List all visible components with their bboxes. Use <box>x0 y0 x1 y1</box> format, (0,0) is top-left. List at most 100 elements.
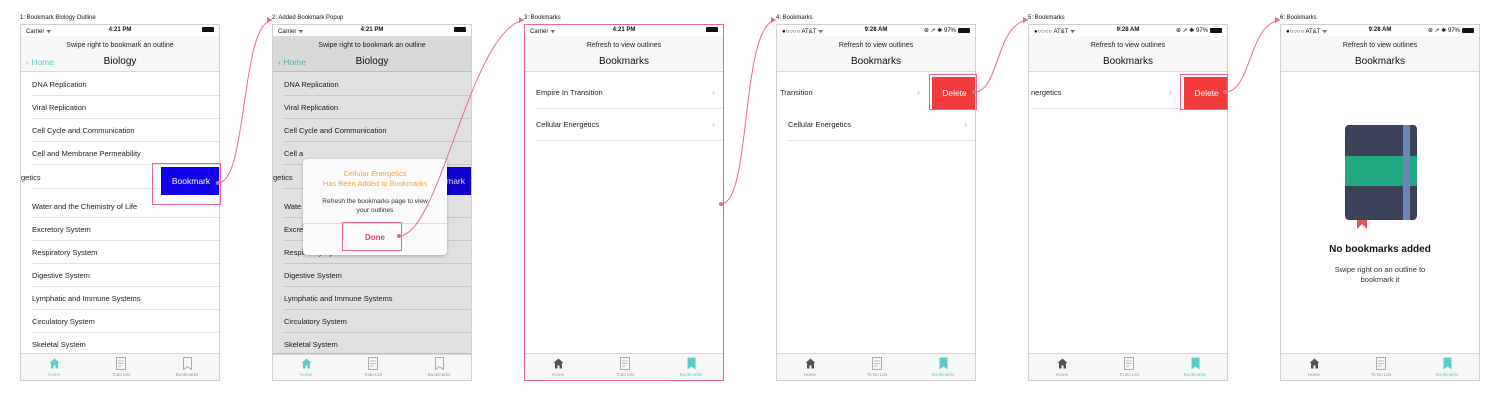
outline-row[interactable]: Circulatory System <box>21 310 219 333</box>
clipboard-icon <box>844 356 910 370</box>
battery-icon <box>1210 27 1222 33</box>
battery-indicator <box>452 27 466 33</box>
page-title: Bookmarks <box>850 56 901 67</box>
status-bar: Carrier ᯤ 4:21 PM <box>21 25 219 36</box>
frame-1-label: 1: Bookmark Biology Outline <box>20 15 96 21</box>
battery-icon <box>706 27 718 32</box>
tab-todo-list[interactable]: Todo List <box>88 354 154 380</box>
status-right: ⊕ ➚ ✱ 97% <box>924 27 970 34</box>
navigation-bar: Refresh to view outlines Bookmarks <box>1029 36 1227 72</box>
outline-row[interactable]: Cell and Membrane Permeability <box>21 142 219 165</box>
flow-arrow-4-to-5 <box>973 19 1029 93</box>
tab-todo-list[interactable]: Todo List <box>592 354 658 380</box>
bookmark-icon <box>910 357 975 369</box>
bookmark-icon <box>406 356 471 370</box>
tab-bookmarks[interactable]: Bookmarks <box>658 354 723 380</box>
frame-4-label: 4: Bookmarks <box>776 15 813 21</box>
battery-icon <box>958 27 970 33</box>
battery-indicator <box>200 27 214 33</box>
clipboard-icon <box>88 356 154 370</box>
chevron-right-icon: › <box>712 87 715 97</box>
clipboard-icon <box>1348 356 1414 370</box>
frame-5-label: 5: Bookmarks <box>1028 15 1065 21</box>
outline-row[interactable]: DNA Replication <box>21 73 219 96</box>
tab-bar: Home To Do List Bookmarks <box>777 353 975 380</box>
flow-arrow-5-to-6 <box>1224 19 1281 93</box>
tab-home[interactable]: Home <box>1029 354 1095 380</box>
tab-home[interactable]: Home <box>273 354 339 380</box>
house-icon <box>777 357 843 369</box>
outline-row[interactable]: Viral Replication <box>21 96 219 119</box>
refresh-hint: Refresh to view outlines <box>838 42 914 49</box>
tab-bookmarks[interactable]: Bookmarks <box>910 354 975 380</box>
bookmark-icon <box>1414 357 1479 369</box>
flow-arrow-3-to-4 <box>720 19 777 205</box>
page-title: Biology <box>103 56 137 67</box>
status-bar: ●○○○○ AT&T ᯤ 9:28 AM ⊕ ➚ ✱ 97% <box>777 25 975 36</box>
clipboard-icon <box>1096 356 1162 370</box>
tab-home[interactable]: Home <box>525 354 591 380</box>
refresh-hint: Refresh to view outlines <box>1342 42 1418 49</box>
tab-home[interactable]: Home <box>1281 354 1347 380</box>
house-icon <box>1029 357 1095 369</box>
highlight-done <box>342 222 402 251</box>
highlight-delete-1 <box>929 74 977 110</box>
tab-bookmarks[interactable]: Bookmarks <box>1414 354 1479 380</box>
tab-todo-list[interactable]: To Do List <box>1096 354 1162 380</box>
notebook-icon <box>1341 125 1421 235</box>
bookmark-icon <box>658 357 723 369</box>
outline-row[interactable]: Digestive System <box>21 264 219 287</box>
clock: 4:21 PM <box>360 27 384 33</box>
chevron-right-icon: › <box>1169 87 1172 97</box>
tab-bookmarks[interactable]: Bookmarks <box>406 354 471 380</box>
clipboard-icon <box>340 356 406 370</box>
page-title: Bookmarks <box>1354 56 1405 67</box>
flow-arrow-1-to-2 <box>217 19 273 184</box>
battery-icon <box>454 27 466 32</box>
popup-message: Refresh the bookmarks page to view your o… <box>322 198 428 214</box>
tab-bookmarks[interactable]: Bookmarks <box>154 354 219 380</box>
tab-todo-list[interactable]: To Do List <box>1348 354 1414 380</box>
battery-icon <box>1462 27 1474 33</box>
navigation-bar: Refresh to view outlines Bookmarks <box>777 36 975 72</box>
bookmark-row[interactable]: Cellular Energetics › <box>777 109 975 141</box>
status-bar: Carrier ᯤ 4:21 PM <box>273 25 471 36</box>
tab-bar: Home Todo List Bookmarks <box>273 353 471 380</box>
chevron-right-icon: › <box>712 119 715 129</box>
frame-3-label: 3: Bookmarks <box>524 15 561 21</box>
clock: 4:21 PM <box>612 27 636 33</box>
outline-row[interactable]: Respiratory System <box>21 241 219 264</box>
house-icon <box>1281 357 1347 369</box>
highlight-delete-2 <box>1180 74 1228 110</box>
status-bar: Carrier ᯤ 4:21 PM <box>525 25 723 36</box>
tab-bookmarks[interactable]: Bookmarks <box>1162 354 1227 380</box>
clock: 4:21 PM <box>108 27 132 33</box>
tab-home[interactable]: Home <box>777 354 843 380</box>
tab-todo-list[interactable]: Todo List <box>340 354 406 380</box>
frame-6-label: 6: Bookmarks <box>1280 15 1317 21</box>
refresh-hint: Refresh to view outlines <box>1090 42 1166 49</box>
outline-row[interactable]: Excretory System <box>21 218 219 241</box>
tab-bar: Home Todo List Bookmarks <box>21 353 219 380</box>
empty-state-message: Swipe right on an outline to bookmark it <box>1334 265 1426 284</box>
bookmark-row[interactable]: Empire In Transition › <box>525 77 723 109</box>
status-bar: ●○○○○ AT&T ᯤ 9:28 AM ⊕ ➚ ✱ 97% <box>1281 25 1479 36</box>
tab-bar: Home To Do List Bookmarks <box>1281 353 1479 380</box>
battery-indicator <box>704 27 718 33</box>
outline-row[interactable]: Lymphatic and Immune Systems <box>21 287 219 310</box>
tab-bar: Home To Do List Bookmarks <box>1029 353 1227 380</box>
outline-row[interactable]: Cell Cycle and Communication <box>21 119 219 142</box>
bookmark-icon <box>1162 357 1227 369</box>
swipe-hint: Swipe right to bookmark an outline <box>66 42 174 49</box>
navigation-bar: Swipe right to bookmark an outline ‹ Hom… <box>21 36 219 72</box>
status-bar: ●○○○○ AT&T ᯤ 9:28 AM ⊕ ➚ ✱ 97% <box>1029 25 1227 36</box>
navigation-bar: Refresh to view outlines Bookmarks <box>1281 36 1479 72</box>
tab-home[interactable]: Home <box>21 354 87 380</box>
tab-bar: Home Todo List Bookmarks <box>525 353 723 380</box>
tab-todo-list[interactable]: To Do List <box>844 354 910 380</box>
screen-bookmarks: Carrier ᯤ 4:21 PM Refresh to view outlin… <box>524 24 724 381</box>
bookmark-row[interactable]: Cellular Energetics › <box>525 109 723 141</box>
flow-connectors <box>216 17 1281 238</box>
house-icon <box>525 357 591 369</box>
screen-added-bookmark-popup: Carrier ᯤ 4:21 PM Swipe right to bookmar… <box>272 24 472 381</box>
